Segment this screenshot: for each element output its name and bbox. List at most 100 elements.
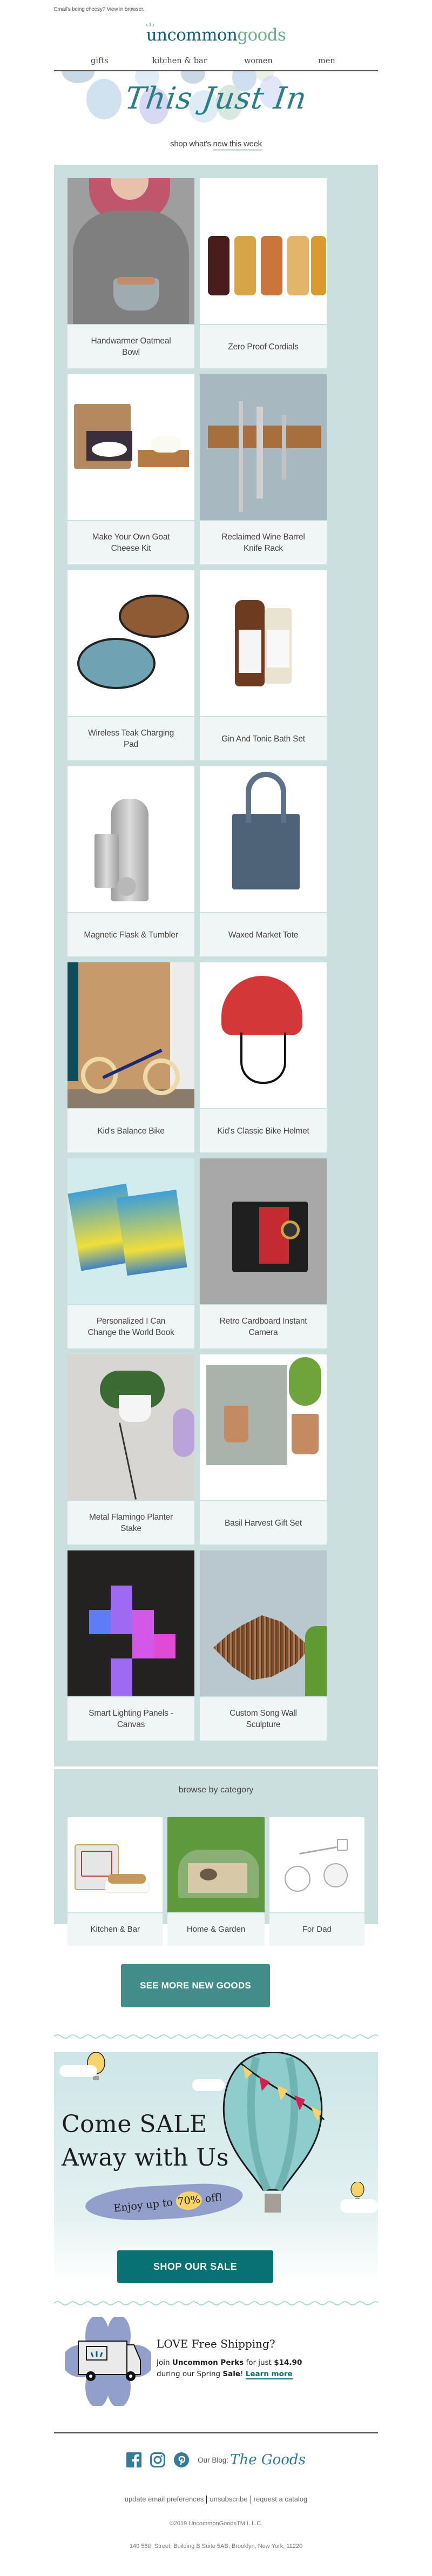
hero-subtitle-prefix: shop what's bbox=[170, 139, 211, 149]
social-row: Our Blog: The Goods bbox=[54, 2446, 378, 2473]
category-list: Kitchen & Bar Home & Garden For Dad bbox=[68, 1817, 365, 1946]
category-label: Home & Garden bbox=[167, 1913, 265, 1946]
shop-our-sale-button[interactable]: SHOP OUR SALE bbox=[117, 2250, 273, 2283]
product-card[interactable]: Magnetic Flask & Tumbler bbox=[68, 766, 194, 956]
ribbon-prefix: Enjoy up to bbox=[113, 2196, 173, 2215]
footer-links: update email preferences unsubscribe reque… bbox=[54, 2495, 378, 2504]
product-name: Retro Cardboard Instant Camera bbox=[200, 1305, 327, 1348]
see-more-new-goods-button[interactable]: SEE MORE NEW GOODS bbox=[121, 1964, 270, 2007]
nav-gifts[interactable]: gifts bbox=[91, 57, 109, 65]
product-image bbox=[68, 1354, 194, 1500]
product-card[interactable]: Smart Lighting Panels - Canvas bbox=[68, 1550, 194, 1741]
category-for-dad[interactable]: For Dad bbox=[269, 1817, 365, 1946]
product-card[interactable]: Wireless Teak Charging Pad bbox=[68, 570, 194, 760]
product-grid: Handwarmer Oatmeal Bowl Zero Proof Cordia… bbox=[68, 178, 364, 1741]
request-catalog-link[interactable]: request a catalog bbox=[254, 2495, 308, 2503]
product-name: Reclaimed Wine Barrel Knife Rack bbox=[200, 521, 327, 564]
logo-text-goods: goods bbox=[237, 25, 286, 45]
product-card[interactable]: Reclaimed Wine Barrel Knife Rack bbox=[200, 374, 327, 564]
product-image bbox=[200, 178, 327, 324]
footer-divider bbox=[54, 2432, 378, 2433]
product-card[interactable]: Personalized I Can Change the World Book bbox=[68, 1158, 194, 1348]
category-image bbox=[68, 1817, 163, 1912]
product-image bbox=[200, 1354, 327, 1500]
sale-title: Come SALE Away with Us bbox=[62, 2108, 229, 2175]
hero-subtitle[interactable]: shop what's new this week bbox=[54, 139, 378, 151]
perks-promo: LOVE Free Shipping? Join Uncommon Perks … bbox=[54, 2317, 378, 2406]
product-name: Wireless Teak Charging Pad bbox=[68, 717, 194, 760]
learn-more-link[interactable]: Learn more bbox=[245, 2370, 293, 2379]
category-panel: browse by category Kitchen & Bar Home & … bbox=[54, 1769, 378, 1946]
product-image bbox=[68, 374, 194, 520]
product-image bbox=[200, 570, 327, 716]
product-name: Zero Proof Cordials bbox=[200, 325, 327, 368]
product-image bbox=[68, 570, 194, 716]
product-image bbox=[68, 962, 194, 1108]
blog-label: Our Blog: bbox=[198, 2456, 229, 2464]
product-image bbox=[68, 766, 194, 912]
product-card[interactable]: Custom Song Wall Sculpture bbox=[200, 1550, 327, 1741]
product-image bbox=[200, 1158, 327, 1304]
product-name: Metal Flamingo Planter Stake bbox=[68, 1501, 194, 1545]
category-home-garden[interactable]: Home & Garden bbox=[167, 1817, 265, 1946]
category-kitchen-bar[interactable]: Kitchen & Bar bbox=[68, 1817, 163, 1946]
product-card[interactable]: Handwarmer Oatmeal Bowl bbox=[68, 178, 194, 368]
nav-kitchen-bar[interactable]: kitchen & bar bbox=[152, 57, 207, 65]
hero-title: This Just In bbox=[123, 81, 309, 116]
facebook-icon[interactable] bbox=[126, 2452, 142, 2467]
product-card[interactable]: Waxed Market Tote bbox=[200, 766, 327, 956]
link-separator bbox=[206, 2496, 207, 2504]
blog-link[interactable]: The Goods bbox=[230, 2452, 306, 2468]
product-name: Custom Song Wall Sculpture bbox=[200, 1697, 327, 1741]
logo-text-uncommon: uncommon bbox=[146, 25, 238, 45]
product-image bbox=[68, 1158, 194, 1304]
product-image bbox=[200, 1550, 327, 1696]
perks-bang: ! bbox=[240, 2370, 244, 2378]
perks-for-just: for just bbox=[246, 2358, 272, 2367]
product-image bbox=[68, 178, 194, 324]
wave-divider bbox=[54, 2301, 378, 2305]
product-card[interactable]: Kid's Balance Bike bbox=[68, 962, 194, 1152]
product-card[interactable]: Basil Harvest Gift Set bbox=[200, 1354, 327, 1545]
product-name: Magnetic Flask & Tumbler bbox=[68, 913, 194, 956]
sale-banner[interactable]: Come SALE Away with Us Enjoy up to 70% o… bbox=[54, 2052, 378, 2283]
product-card[interactable]: Zero Proof Cordials bbox=[200, 178, 327, 368]
product-image bbox=[68, 1550, 194, 1696]
product-card[interactable]: Gin And Tonic Bath Set bbox=[200, 570, 327, 760]
instagram-icon[interactable] bbox=[150, 2452, 166, 2467]
perks-price: $14.90 bbox=[274, 2358, 302, 2367]
ribbon-suffix: off! bbox=[204, 2191, 224, 2205]
category-title: browse by category bbox=[178, 1785, 254, 1795]
cloud bbox=[59, 2065, 97, 2077]
product-card[interactable]: Retro Cardboard Instant Camera bbox=[200, 1158, 327, 1348]
product-name: Make Your Own Goat Cheese Kit bbox=[68, 521, 194, 564]
copyright: ©2019 UncommonGoodsTM L.L.C. bbox=[169, 2520, 263, 2527]
main-nav: gifts kitchen & bar women men bbox=[54, 53, 378, 71]
product-card[interactable]: Kid's Classic Bike Helmet bbox=[200, 962, 327, 1152]
hero-banner[interactable]: This Just In bbox=[54, 71, 378, 131]
logo[interactable]: uncommongoods bbox=[54, 22, 378, 49]
view-in-browser-link[interactable]: Email's being cheesy? View in browser. bbox=[54, 6, 144, 12]
unsubscribe-link[interactable]: unsubscribe bbox=[210, 2495, 247, 2503]
perks-title: LOVE Free Shipping? bbox=[157, 2337, 275, 2350]
perks-during: during our Spring bbox=[157, 2370, 221, 2378]
nav-men[interactable]: men bbox=[318, 57, 335, 65]
product-image bbox=[200, 962, 327, 1108]
product-name: Kid's Balance Bike bbox=[68, 1109, 194, 1152]
perks-join: Join bbox=[157, 2358, 170, 2367]
wave-divider bbox=[54, 2034, 378, 2039]
product-card[interactable]: Metal Flamingo Planter Stake bbox=[68, 1354, 194, 1545]
delivery-truck-flower-icon bbox=[65, 2317, 151, 2406]
update-email-preferences-link[interactable]: update email preferences bbox=[125, 2495, 204, 2503]
product-image bbox=[200, 766, 327, 912]
sale-title-line1: Come SALE bbox=[62, 2110, 207, 2138]
nav-women[interactable]: women bbox=[244, 57, 273, 65]
perks-text: Join Uncommon Perks for just $14.90 duri… bbox=[157, 2357, 319, 2380]
product-card[interactable]: Make Your Own Goat Cheese Kit bbox=[68, 374, 194, 564]
logo-spark-icon bbox=[146, 23, 154, 27]
category-image bbox=[269, 1817, 365, 1912]
pinterest-icon[interactable] bbox=[174, 2452, 190, 2467]
perks-program-name: Uncommon Perks bbox=[172, 2358, 244, 2367]
hero-subtitle-link[interactable]: new this week bbox=[213, 139, 262, 151]
sale-title-line2: Away with Us bbox=[62, 2144, 229, 2172]
